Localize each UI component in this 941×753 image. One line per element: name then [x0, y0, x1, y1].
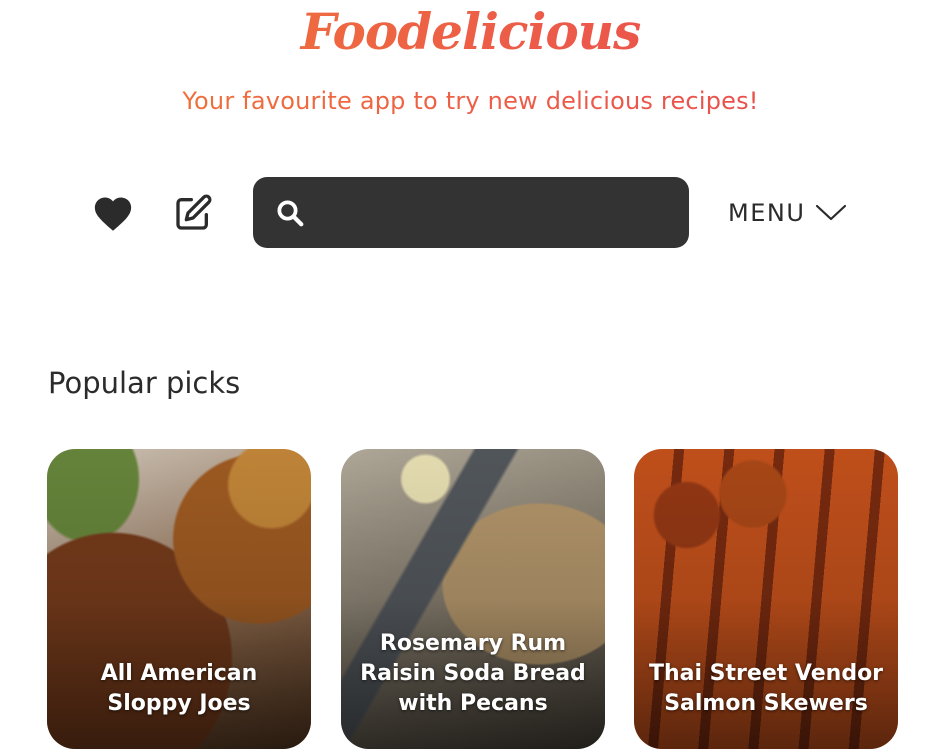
chevron-down-icon: [816, 204, 847, 221]
search-icon[interactable]: [273, 196, 307, 230]
menu-label: MENU: [728, 199, 806, 227]
app-logo[interactable]: Foodelicious: [0, 2, 941, 62]
section-title: Popular picks: [48, 366, 241, 400]
edit-icon: [176, 194, 212, 230]
search-input[interactable]: [307, 177, 689, 248]
create-recipe-button[interactable]: [171, 191, 215, 235]
recipe-card[interactable]: Thai Street Vendor Salmon Skewers: [634, 449, 898, 749]
recipe-card-title: Thai Street Vendor Salmon Skewers: [648, 661, 884, 716]
app-tagline: Your favourite app to try new delicious …: [0, 86, 941, 116]
recipe-card[interactable]: All American Sloppy Joes: [47, 449, 311, 749]
recipe-card-title: Rosemary Rum Raisin Soda Bread with Peca…: [360, 631, 586, 716]
favorites-button[interactable]: [91, 191, 135, 235]
search-bar[interactable]: [253, 177, 689, 248]
menu-dropdown[interactable]: MENU: [728, 194, 847, 232]
recipe-card-title: All American Sloppy Joes: [100, 661, 258, 716]
recipe-card[interactable]: Rosemary Rum Raisin Soda Bread with Peca…: [341, 449, 605, 749]
heart-icon: [94, 197, 132, 231]
